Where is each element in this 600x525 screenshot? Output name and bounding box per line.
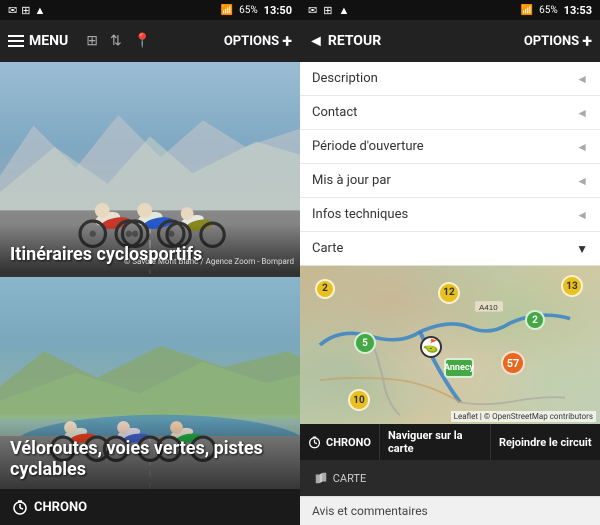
avis-label: Avis et commentaires: [312, 504, 428, 518]
wifi-icon-r: 📶: [521, 5, 533, 16]
right-statusbar: ✉ ⊞ ▲ 📶 65% 13:53: [300, 0, 600, 20]
card-2-overlay: Véloroutes, voies vertes, pistes cyclabl…: [0, 418, 300, 489]
menu-item-majpar[interactable]: Mis à jour par ◄: [300, 164, 600, 198]
chrono-icon: [12, 499, 28, 515]
map-container[interactable]: A410 2 12 13 5 2 ⛳ Annecy 57 10 Leaflet …: [300, 266, 600, 424]
menu-item-contact-label: Contact: [312, 105, 357, 120]
filter-icon[interactable]: ⇅: [110, 33, 122, 49]
leaflet-credit: Leaflet | © OpenStreetMap contributors: [454, 412, 593, 421]
carte-action-icon: [314, 471, 328, 485]
battery-r: 65%: [539, 5, 558, 16]
chrono-action-label: CHRONO: [326, 436, 371, 449]
map-marker-checkered: ⛳: [420, 336, 442, 358]
menu-item-infos-arrow: ◄: [576, 208, 588, 222]
clock-display: 13:50: [264, 4, 292, 17]
menu-item-description[interactable]: Description ◄: [300, 62, 600, 96]
card-2-title: Véloroutes, voies vertes, pistes cyclabl…: [10, 438, 290, 481]
photo-icon: ⊞: [21, 4, 30, 17]
right-plus-icon: +: [582, 31, 592, 52]
menu-label: MENU: [29, 33, 68, 49]
chrono-action-icon: [308, 435, 321, 449]
hamburger-icon: [8, 35, 24, 47]
photo-icon-r: ⊞: [323, 4, 332, 17]
menu-item-contact[interactable]: Contact ◄: [300, 96, 600, 130]
back-button[interactable]: ◄ RETOUR: [308, 31, 381, 51]
map-marker-12: 12: [438, 282, 460, 304]
menu-item-carte[interactable]: Carte ▼: [300, 232, 600, 265]
menu-item-contact-arrow: ◄: [576, 106, 588, 120]
back-label: RETOUR: [328, 33, 381, 49]
left-topbar: MENU ⊞ ⇅ 📍 OPTIONS +: [0, 20, 300, 62]
right-bottombar: CHRONO Naviguer sur la carte Rejoindre l…: [300, 424, 600, 496]
card-cyclosportifs[interactable]: Itinéraires cyclosportifs © Savoie Mont …: [0, 62, 300, 274]
rejoin-action-button[interactable]: Rejoindre le circuit: [491, 424, 600, 460]
menu-button[interactable]: MENU: [8, 33, 68, 49]
right-status-left: ✉ ⊞ ▲: [308, 4, 349, 17]
left-statusbar: ✉ ⊞ ▲ 📶 65% 13:50: [0, 0, 300, 20]
card-veloroutes[interactable]: Véloroutes, voies vertes, pistes cyclabl…: [0, 277, 300, 489]
menu-item-description-arrow: ◄: [576, 72, 588, 86]
carte-action-label: CARTE: [333, 472, 367, 485]
action-row-1: CHRONO Naviguer sur la carte Rejoindre l…: [300, 424, 600, 460]
right-options-button[interactable]: OPTIONS +: [524, 31, 592, 52]
navigate-action-button[interactable]: Naviguer sur la carte: [380, 424, 491, 460]
back-arrow-icon: ◄: [308, 31, 324, 51]
right-topbar: ◄ RETOUR OPTIONS +: [300, 20, 600, 62]
menu-item-infos[interactable]: Infos techniques ◄: [300, 198, 600, 232]
cards-container: Itinéraires cyclosportifs © Savoie Mont …: [0, 62, 300, 489]
message-icon-r: ✉: [308, 4, 317, 17]
rejoin-label: Rejoindre le circuit: [499, 436, 592, 449]
location-icon[interactable]: 📍: [134, 33, 151, 49]
left-status-left-icons: ✉ ⊞ ▲: [8, 4, 45, 17]
card-1-overlay: Itinéraires cyclosportifs: [0, 224, 300, 274]
menu-item-infos-label: Infos techniques: [312, 207, 408, 222]
left-status-right-icons: 📶 65% 13:50: [221, 4, 292, 17]
menu-item-ouverture-label: Période d'ouverture: [312, 139, 424, 154]
svg-text:A410: A410: [479, 303, 498, 311]
menu-item-carte-arrow: ▼: [576, 242, 588, 256]
plus-icon: +: [282, 31, 292, 52]
wifi-icon: 📶: [221, 5, 233, 16]
nav-icons: ⊞ ⇅ 📍: [86, 33, 151, 49]
navigate-label: Naviguer sur la carte: [388, 429, 482, 455]
avis-bar[interactable]: Avis et commentaires: [300, 496, 600, 525]
menu-list: Description ◄ Contact ◄ Période d'ouvert…: [300, 62, 600, 266]
cloud-icon-r: ▲: [338, 4, 349, 17]
chrono-label: CHRONO: [34, 500, 87, 515]
grid-icon[interactable]: ⊞: [86, 33, 98, 49]
menu-item-ouverture-arrow: ◄: [576, 140, 588, 154]
right-options-label: OPTIONS: [524, 34, 579, 49]
options-label: OPTIONS: [224, 34, 279, 49]
chrono-button[interactable]: CHRONO: [12, 499, 87, 515]
right-panel: ✉ ⊞ ▲ 📶 65% 13:53 ◄ RETOUR OPTIONS + Des…: [300, 0, 600, 525]
menu-item-description-label: Description: [312, 71, 378, 86]
action-row-2: CARTE: [300, 460, 600, 496]
carte-action-button[interactable]: CARTE: [300, 460, 380, 496]
options-button[interactable]: OPTIONS +: [224, 31, 292, 52]
card-1-caption: © Savoie Mont Blanc / Agence Zoom - Bomp…: [124, 257, 294, 266]
menu-item-majpar-label: Mis à jour par: [312, 173, 391, 188]
menu-item-carte-label: Carte: [312, 241, 343, 256]
message-icon: ✉: [8, 4, 17, 17]
map-marker-2: 2: [315, 279, 335, 299]
map-credit: Leaflet | © OpenStreetMap contributors: [451, 411, 596, 422]
menu-item-majpar-arrow: ◄: [576, 174, 588, 188]
left-bottombar: CHRONO: [0, 489, 300, 525]
menu-item-ouverture[interactable]: Période d'ouverture ◄: [300, 130, 600, 164]
map-marker-annecy: Annecy: [444, 358, 474, 378]
right-status-right: 📶 65% 13:53: [521, 4, 592, 17]
battery-level: 65%: [239, 5, 258, 16]
time-r: 13:53: [564, 4, 592, 17]
chrono-action-button[interactable]: CHRONO: [300, 424, 380, 460]
left-panel: ✉ ⊞ ▲ 📶 65% 13:50 MENU ⊞ ⇅ 📍 OPTIONS +: [0, 0, 300, 525]
cloud-icon: ▲: [34, 4, 45, 17]
